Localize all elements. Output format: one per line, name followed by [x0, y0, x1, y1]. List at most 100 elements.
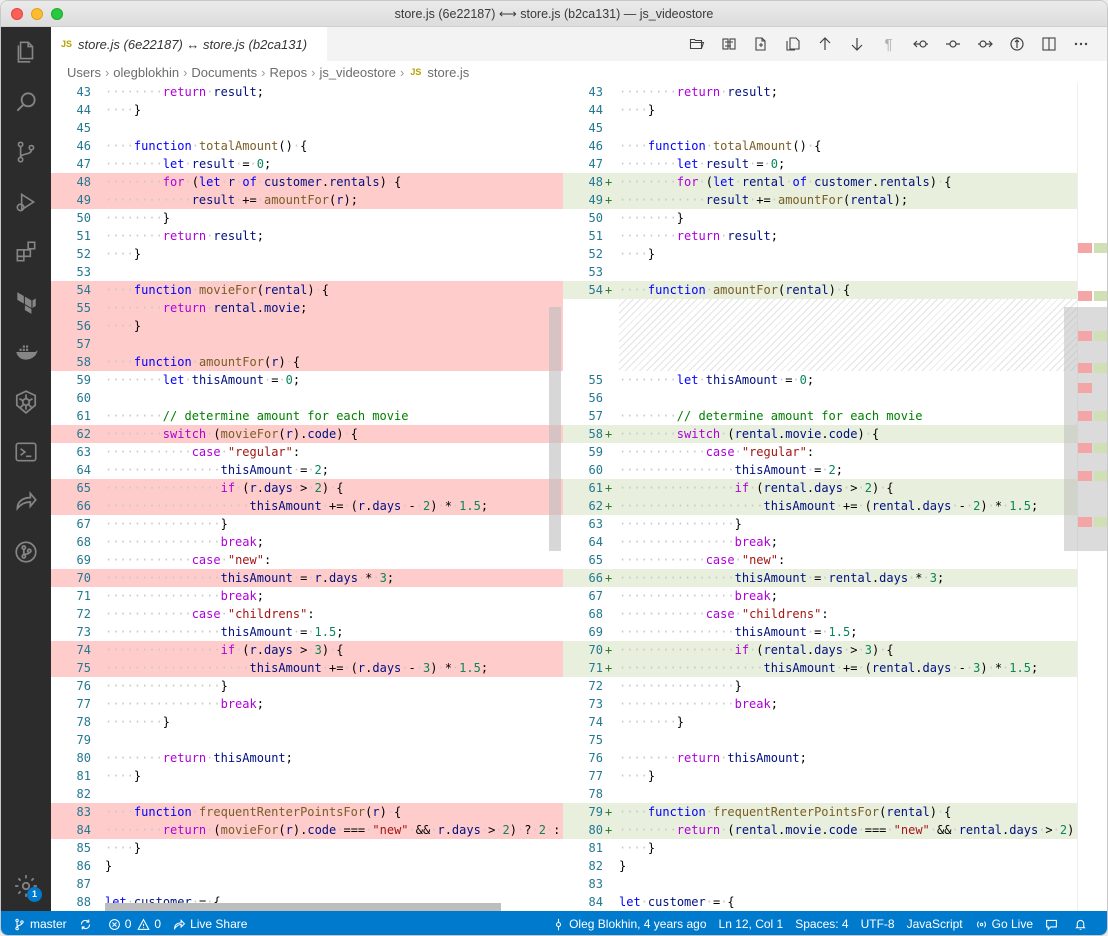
deleted-line[interactable]: 75 ····················thisAmount·+=·(r.d…	[51, 659, 563, 677]
live-share-status[interactable]: Live Share	[167, 911, 253, 935]
code-line[interactable]: 46 ····function·totalAmount()·{	[51, 137, 563, 155]
code-line[interactable]: 85 ····}	[51, 839, 563, 857]
git-graph-icon[interactable]	[1, 527, 51, 577]
inserted-line[interactable]: 49 + ············result·+=·amountFor(renta…	[563, 191, 1077, 209]
breadcrumb-item[interactable]: Repos	[270, 65, 308, 80]
code-line[interactable]: 59 ············case·"regular":	[563, 443, 1077, 461]
branch-status[interactable]: master	[7, 911, 73, 935]
code-line[interactable]: 51 ········return·result;	[51, 227, 563, 245]
breadcrumb-item[interactable]: js_videostore	[319, 65, 396, 80]
breadcrumb-item[interactable]: olegblokhin	[113, 65, 179, 80]
code-line[interactable]: 56	[563, 389, 1077, 407]
code-line[interactable]: 64 ················thisAmount·=·2;	[51, 461, 563, 479]
terminal-icon[interactable]	[1, 427, 51, 477]
feedback-icon[interactable]	[1039, 911, 1068, 935]
inserted-line[interactable]: 66 + ················thisAmount·=·rental.d…	[563, 569, 1077, 587]
inserted-line[interactable]: 80 + ········return·(rental.movie.code·===…	[563, 821, 1077, 839]
problems-status[interactable]: 00	[102, 911, 167, 935]
compare-icon[interactable]	[1006, 34, 1027, 55]
deleted-line[interactable]: 57	[51, 335, 563, 353]
language-mode[interactable]: JavaScript	[901, 911, 969, 935]
code-line[interactable]: 46 ····function·totalAmount()·{	[563, 137, 1077, 155]
code-line[interactable]: 52 ····}	[51, 245, 563, 263]
code-line[interactable]: 72 ················}	[563, 677, 1077, 695]
code-line[interactable]: 80 ········return·thisAmount;	[51, 749, 563, 767]
code-line[interactable]: 55 ········let·thisAmount·=·0;	[563, 371, 1077, 389]
run-debug-icon[interactable]	[1, 177, 51, 227]
code-line[interactable]: 78	[563, 785, 1077, 803]
explorer-icon[interactable]	[1, 27, 51, 77]
arrow-down-icon[interactable]	[846, 34, 867, 55]
settings-icon[interactable]: 1	[1, 861, 51, 911]
open-file-icon[interactable]	[686, 34, 707, 55]
code-line[interactable]: 51 ········return·result;	[563, 227, 1077, 245]
close-window-button[interactable]	[11, 8, 23, 20]
code-line[interactable]: 84 let·customer·=·{	[563, 893, 1077, 911]
code-line[interactable]: 81 ····}	[563, 839, 1077, 857]
code-line[interactable]: 53	[563, 263, 1077, 281]
copy-icon[interactable]	[782, 34, 803, 55]
code-line[interactable]: 60 ················thisAmount·=·2;	[563, 461, 1077, 479]
code-line[interactable]: 50 ········}	[51, 209, 563, 227]
code-line[interactable]: 87	[51, 875, 563, 893]
deleted-line[interactable]: 48 ········for·(let·r·of·customer.rentals…	[51, 173, 563, 191]
tab-store-diff[interactable]: JS store.js (6e22187) ↔ store.js (b2ca13…	[51, 27, 327, 61]
pilcrow-icon[interactable]: ¶	[878, 34, 899, 55]
breadcrumb-item[interactable]: Users	[67, 65, 101, 80]
diff-original-pane[interactable]: 43 ········return·result; 44 ····} 45 46 ····f…	[51, 83, 563, 911]
code-line[interactable]: 63 ················}	[563, 515, 1077, 533]
deleted-line[interactable]: 83 ····function·frequentRenterPointsFor(r…	[51, 803, 563, 821]
code-line[interactable]: 44 ····}	[51, 101, 563, 119]
code-line[interactable]: 57 ········// determine amount for each m…	[563, 407, 1077, 425]
sync-icon[interactable]	[73, 911, 102, 935]
code-line[interactable]: 77 ················break;	[51, 695, 563, 713]
code-line[interactable]: 67 ················}	[51, 515, 563, 533]
docker-icon[interactable]	[1, 327, 51, 377]
code-line[interactable]: 75	[563, 731, 1077, 749]
overview-scroll-thumb[interactable]	[1064, 307, 1107, 551]
code-line[interactable]: 76 ········return·thisAmount;	[563, 749, 1077, 767]
inserted-line[interactable]: 61 + ················if·(rental.days·>·2)·…	[563, 479, 1077, 497]
inserted-line[interactable]: 71 + ····················thisAmount·+=·(re…	[563, 659, 1077, 677]
next-change-icon[interactable]	[974, 34, 995, 55]
terraform-icon[interactable]	[1, 277, 51, 327]
code-line[interactable]: 69 ············case·"new":	[51, 551, 563, 569]
code-line[interactable]: 81 ····}	[51, 767, 563, 785]
deleted-line[interactable]: 84 ········return·(movieFor(r).code·===·"…	[51, 821, 563, 839]
code-line[interactable]: 60	[51, 389, 563, 407]
code-line[interactable]: 64 ················break;	[563, 533, 1077, 551]
deleted-line[interactable]: 70 ················thisAmount·=·r.days·*·…	[51, 569, 563, 587]
go-live-button[interactable]: Go Live	[969, 911, 1039, 935]
diff-overview-ruler[interactable]	[1064, 83, 1107, 911]
diff-modified-pane[interactable]: 43 ········return·result; 44 ····} 45 46 ····f…	[563, 83, 1077, 911]
search-icon[interactable]	[1, 77, 51, 127]
deleted-line[interactable]: 74 ················if·(r.days·>·3)·{	[51, 641, 563, 659]
code-line[interactable]: 73 ················thisAmount·=·1.5;	[51, 623, 563, 641]
source-control-icon[interactable]	[1, 127, 51, 177]
git-blame-status[interactable]: Oleg Blokhin, 4 years ago	[546, 911, 712, 935]
code-line[interactable]: 68 ················break;	[51, 533, 563, 551]
code-line[interactable]: 73 ················break;	[563, 695, 1077, 713]
code-line[interactable]: 79	[51, 731, 563, 749]
deleted-line[interactable]: 66 ····················thisAmount·+=·(r.d…	[51, 497, 563, 515]
inserted-line[interactable]: 54 + ····function·amountFor(rental)·{	[563, 281, 1077, 299]
code-line[interactable]: 68 ············case·"childrens":	[563, 605, 1077, 623]
code-line[interactable]: 43 ········return·result;	[563, 83, 1077, 101]
code-line[interactable]: 65 ············case·"new":	[563, 551, 1077, 569]
code-line[interactable]: 45	[51, 119, 563, 137]
maximize-window-button[interactable]	[51, 8, 63, 20]
notifications-bell-icon[interactable]	[1068, 911, 1097, 935]
code-line[interactable]: 82}	[563, 857, 1077, 875]
code-line[interactable]: 52 ····}	[563, 245, 1077, 263]
more-icon[interactable]	[1070, 34, 1091, 55]
deleted-line[interactable]: 49 ············result·+=·amountFor(r);	[51, 191, 563, 209]
deleted-line[interactable]: 65 ················if·(r.days·>·2)·{	[51, 479, 563, 497]
arrow-up-icon[interactable]	[814, 34, 835, 55]
code-line[interactable]: 45	[563, 119, 1077, 137]
code-line[interactable]: 50 ········}	[563, 209, 1077, 227]
code-line[interactable]: 67 ················break;	[563, 587, 1077, 605]
code-line[interactable]: 86}	[51, 857, 563, 875]
deleted-line[interactable]: 54 ····function·movieFor(rental)·{	[51, 281, 563, 299]
inserted-line[interactable]: 62 + ····················thisAmount·+=·(re…	[563, 497, 1077, 515]
code-line[interactable]: 83	[563, 875, 1077, 893]
